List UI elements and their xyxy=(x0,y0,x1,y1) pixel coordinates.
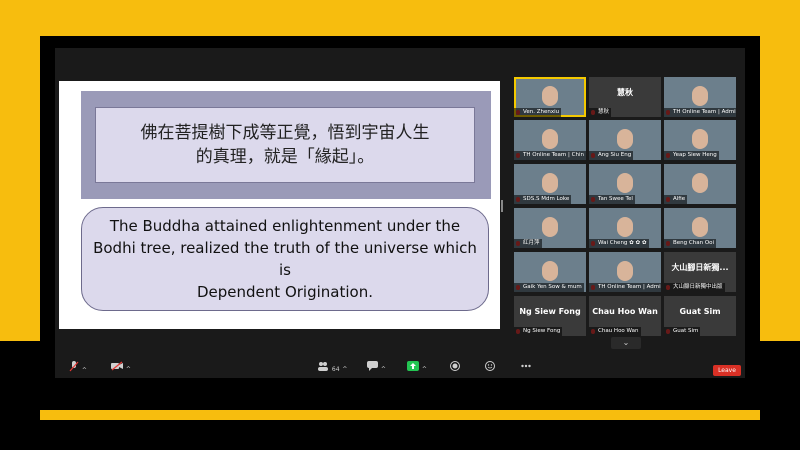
participant-name: TH Online Team | Chin xyxy=(514,151,586,160)
participant-video xyxy=(542,129,558,149)
chinese-line-1: 佛在菩提樹下成等正覺，悟到宇宙人生 xyxy=(140,123,430,143)
participant-video xyxy=(542,217,558,237)
participant-video xyxy=(692,173,708,193)
participant-tile[interactable]: Yeap Siew Heng xyxy=(664,120,736,160)
chat-bubble-icon xyxy=(367,361,378,371)
participant-name: Chau Hoo Wan xyxy=(589,327,641,336)
participant-tile[interactable]: Chau Hoo Wan Chau Hoo Wan xyxy=(589,296,661,336)
chinese-line-2: 的真理，就是「緣起」。 xyxy=(195,147,375,167)
participant-tile[interactable]: Beng Chan Ooi xyxy=(664,208,736,248)
participant-tile[interactable]: TH Online Team | Admi xyxy=(664,77,736,117)
participant-video xyxy=(692,217,708,237)
participant-display-name: Chau Hoo Wan xyxy=(592,307,658,316)
participant-tile[interactable]: Tan Swee Tel xyxy=(589,164,661,204)
zoom-window: 佛在菩提樹下成等正覺，悟到宇宙人生 的真理，就是「緣起」。 The Buddha… xyxy=(55,48,745,378)
split-divider-handle[interactable] xyxy=(501,200,503,212)
participant-tile[interactable]: 慧秋 慧秋 xyxy=(589,77,661,117)
participant-name: Tan Swee Tel xyxy=(589,195,635,204)
chevron-up-icon[interactable]: ^ xyxy=(342,366,347,373)
participant-video xyxy=(617,217,633,237)
participant-name: TH Online Team | Admi xyxy=(664,108,736,117)
more-icon xyxy=(521,364,531,368)
participant-tile[interactable]: Alfie xyxy=(664,164,736,204)
share-screen-icon xyxy=(407,361,419,371)
participant-display-name: Guat Sim xyxy=(679,307,721,316)
participant-tile[interactable]: Wai Cheng ✿ ✿ ✿ xyxy=(589,208,661,248)
participants-count: 64 xyxy=(331,366,340,373)
participant-display-name: 大山腳日新獨... xyxy=(671,263,729,272)
participant-name: Gaik Yen Sow & mum xyxy=(514,283,584,292)
participant-name: Alfie xyxy=(664,195,688,204)
chevron-up-icon[interactable]: ^ xyxy=(381,366,386,373)
yellow-frame-right xyxy=(760,36,800,341)
participant-name: Yeap Siew Heng xyxy=(664,151,719,160)
participant-video xyxy=(692,129,708,149)
participant-video xyxy=(542,86,558,106)
participant-tile[interactable]: Guat Sim Guat Sim xyxy=(664,296,736,336)
english-line-1: The Buddha attained enlightenment under … xyxy=(109,217,461,235)
chevron-up-icon[interactable]: ^ xyxy=(126,366,131,373)
record-icon xyxy=(450,361,460,371)
participant-video xyxy=(617,129,633,149)
chevron-up-icon[interactable]: ^ xyxy=(82,367,87,374)
participant-name: Beng Chan Ooi xyxy=(664,239,717,248)
participants-button[interactable]: 64 ^ xyxy=(317,361,347,374)
participant-name: Guat Sim xyxy=(664,327,701,336)
participant-name: Wai Cheng ✿ ✿ ✿ xyxy=(589,239,649,248)
participant-name: 大山腳日新獨中出版 xyxy=(664,283,725,292)
participant-video xyxy=(542,261,558,281)
chat-button[interactable]: ^ xyxy=(367,361,386,374)
record-button[interactable] xyxy=(450,361,460,374)
english-line-2: Bodhi tree, realized the truth of the un… xyxy=(93,239,477,257)
participant-tile[interactable]: TH Online Team | Admi xyxy=(589,252,661,292)
shared-slide: 佛在菩提樹下成等正覺，悟到宇宙人生 的真理，就是「緣起」。 The Buddha… xyxy=(59,81,500,329)
yellow-frame-left xyxy=(0,36,40,341)
participant-name: Ng Siew Fong xyxy=(514,327,563,336)
chevron-down-icon: ⌄ xyxy=(622,338,630,347)
participant-tile[interactable]: 大山腳日新獨... 大山腳日新獨中出版 xyxy=(664,252,736,292)
participant-name: 红月萍 xyxy=(514,239,542,248)
participant-name: 慧秋 xyxy=(589,108,612,117)
participant-video xyxy=(692,86,708,106)
participant-video xyxy=(542,173,558,193)
participant-name: Ang Siu Eng xyxy=(589,151,634,160)
chinese-text-panel: 佛在菩提樹下成等正覺，悟到宇宙人生 的真理，就是「緣起」。 xyxy=(81,91,491,199)
reactions-button[interactable] xyxy=(485,361,495,374)
participant-tile[interactable]: TH Online Team | Chin xyxy=(514,120,586,160)
participant-display-name: 慧秋 xyxy=(617,88,633,97)
camera-icon xyxy=(111,361,123,371)
reaction-icon xyxy=(485,361,495,371)
yellow-frame-bottom xyxy=(40,410,760,420)
english-text-box: The Buddha attained enlightenment under … xyxy=(81,207,489,311)
participant-video xyxy=(617,261,633,281)
people-icon xyxy=(318,362,328,371)
video-button[interactable]: ^ xyxy=(111,361,131,374)
participant-video xyxy=(617,173,633,193)
participant-display-name: Ng Siew Fong xyxy=(519,307,581,316)
leave-button[interactable]: Leave xyxy=(713,365,741,376)
participant-tile[interactable]: Ven. Zhenxiu xyxy=(514,77,586,117)
chevron-up-icon[interactable]: ^ xyxy=(422,366,427,373)
more-button[interactable] xyxy=(521,361,531,374)
participant-tile[interactable]: Ang Siu Eng xyxy=(589,120,661,160)
participant-tile[interactable]: 红月萍 xyxy=(514,208,586,248)
page-down-button[interactable]: ⌄ xyxy=(611,337,641,349)
microphone-icon xyxy=(69,361,79,372)
share-screen-button[interactable]: ^ xyxy=(407,361,427,374)
chinese-text-box: 佛在菩提樹下成等正覺，悟到宇宙人生 的真理，就是「緣起」。 xyxy=(95,107,475,183)
participant-tile[interactable]: Gaik Yen Sow & mum xyxy=(514,252,586,292)
participant-name: SDS.S Mdm Loke xyxy=(514,195,572,204)
participant-tile[interactable]: SDS.S Mdm Loke xyxy=(514,164,586,204)
participant-name: Ven. Zhenxiu xyxy=(514,108,562,117)
participant-tile[interactable]: Ng Siew Fong Ng Siew Fong xyxy=(514,296,586,336)
mute-button[interactable]: ^ xyxy=(69,361,87,375)
yellow-frame-top xyxy=(0,0,800,36)
participant-name: TH Online Team | Admi xyxy=(589,283,661,292)
english-line-4: Dependent Origination. xyxy=(197,283,373,301)
english-line-3: is xyxy=(279,261,291,279)
